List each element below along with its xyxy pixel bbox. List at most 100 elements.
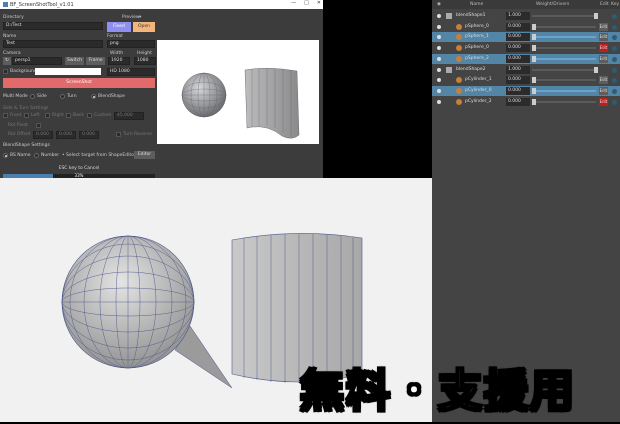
frame-button[interactable]: Frame <box>86 57 105 65</box>
target-row[interactable]: pCylinder_1 0.000 Edit <box>432 75 620 86</box>
weight-slider[interactable] <box>532 89 596 92</box>
width-input[interactable]: 1920 <box>108 57 130 65</box>
weight-input[interactable]: 1.000 <box>506 65 530 74</box>
visibility-icon[interactable] <box>437 88 441 93</box>
editor-button[interactable]: Editor <box>134 151 155 159</box>
bs-name-radio[interactable] <box>3 153 8 158</box>
slider-handle[interactable] <box>532 23 536 30</box>
blendshape-group-row[interactable]: blendShape1 1.000 <box>432 11 620 21</box>
left-checkbox[interactable] <box>24 113 29 118</box>
weight-slider[interactable] <box>532 57 596 60</box>
open-button[interactable]: Open <box>133 22 155 32</box>
weight-input[interactable]: 1.000 <box>506 12 530 20</box>
preview-button[interactable]: Fixed <box>107 22 131 32</box>
rot-pivot-checkbox[interactable] <box>36 123 41 128</box>
background-color-swatch[interactable] <box>35 68 101 75</box>
key-icon[interactable] <box>612 99 617 105</box>
target-row[interactable]: pCylinder_0 0.000 Edit <box>432 85 620 96</box>
close-icon[interactable]: ✕ <box>317 0 321 6</box>
weight-slider[interactable] <box>532 47 596 50</box>
target-row[interactable]: pSphere_1 0.000 Edit <box>432 32 620 43</box>
maximize-icon[interactable]: □ <box>304 0 309 6</box>
preview-dropdown-icon[interactable]: ▾ <box>139 15 141 20</box>
directory-input[interactable]: D:/Test <box>3 22 103 30</box>
mode-side-radio[interactable] <box>30 94 35 99</box>
visibility-icon[interactable] <box>437 46 441 51</box>
switch-button[interactable]: Switch <box>65 57 84 65</box>
rot-offset-y[interactable]: 0.000 <box>56 131 76 139</box>
edit-button[interactable]: Edit <box>599 44 608 53</box>
edit-button[interactable]: Edit <box>599 54 608 63</box>
resolution-select[interactable]: HD 1080 <box>107 68 155 76</box>
weight-slider[interactable] <box>532 100 596 103</box>
visibility-icon[interactable] <box>437 99 441 104</box>
name-input[interactable]: Test <box>3 40 103 48</box>
weight-input[interactable]: 0.000 <box>506 97 530 106</box>
target-shape-icon <box>456 45 462 52</box>
target-row[interactable]: pSphere_0 0.000 Edit <box>432 21 620 32</box>
key-icon[interactable] <box>612 24 617 30</box>
rot-offset-x[interactable]: 0.000 <box>33 131 53 139</box>
edit-button[interactable]: Edit <box>599 86 608 95</box>
weight-slider[interactable] <box>532 79 596 82</box>
visibility-icon[interactable] <box>437 24 441 29</box>
weight-input[interactable]: 0.000 <box>506 86 530 95</box>
edit-button[interactable]: Edit <box>599 97 608 106</box>
edit-button[interactable]: Edit <box>599 76 608 85</box>
edit-button[interactable]: Edit <box>599 22 608 31</box>
slider-handle[interactable] <box>532 34 536 41</box>
screenshot-button[interactable]: ScreenShot <box>3 78 155 88</box>
visibility-icon[interactable] <box>437 78 441 83</box>
blendshape-group-row[interactable]: blendShape2 1.000 <box>432 64 620 75</box>
weight-input[interactable]: 0.000 <box>506 54 530 63</box>
back-label: Back <box>73 113 84 118</box>
visibility-icon[interactable] <box>437 67 441 72</box>
visibility-icon[interactable] <box>437 35 441 40</box>
key-icon[interactable] <box>612 56 617 62</box>
custom-angle-input[interactable]: 45.000 <box>114 112 144 120</box>
weight-input[interactable]: 0.000 <box>506 76 530 85</box>
edit-button[interactable]: Edit <box>599 33 608 42</box>
slider-handle[interactable] <box>532 55 536 62</box>
key-icon[interactable] <box>612 35 617 41</box>
custom-checkbox[interactable] <box>87 113 92 118</box>
target-row[interactable]: pSphere_0 0.000 Edit <box>432 43 620 54</box>
weight-slider[interactable] <box>532 25 596 28</box>
number-radio[interactable] <box>34 153 39 158</box>
visibility-icon[interactable] <box>437 56 441 61</box>
key-icon[interactable] <box>612 88 617 94</box>
target-row[interactable]: pSphere_2 0.000 Edit <box>432 53 620 64</box>
rot-offset-z[interactable]: 0.000 <box>79 131 99 139</box>
weight-input[interactable]: 0.000 <box>506 33 530 42</box>
weight-input[interactable]: 0.000 <box>506 44 530 53</box>
weight-slider[interactable] <box>532 15 596 17</box>
minimize-icon[interactable]: — <box>291 0 296 6</box>
back-checkbox[interactable] <box>66 113 71 118</box>
camera-refresh-button[interactable]: ↻ <box>3 57 11 65</box>
key-icon[interactable] <box>612 14 617 19</box>
format-select[interactable]: png <box>107 40 155 48</box>
front-checkbox[interactable] <box>3 113 8 118</box>
slider-handle[interactable] <box>594 66 598 73</box>
target-row[interactable]: pCylinder_2 0.000 Edit <box>432 96 620 107</box>
visibility-icon[interactable] <box>437 14 441 18</box>
mode-turn-radio[interactable] <box>60 94 65 99</box>
slider-handle[interactable] <box>532 45 536 52</box>
weight-slider[interactable] <box>532 36 596 39</box>
weight-input[interactable]: 0.000 <box>506 22 530 31</box>
slider-handle[interactable] <box>532 87 536 94</box>
key-icon[interactable] <box>612 67 617 73</box>
slider-handle[interactable] <box>594 13 598 19</box>
window-titlebar[interactable]: BF_ScreenShotTool_v1.01 — □ ✕ <box>0 0 323 9</box>
turn-reverse-checkbox[interactable] <box>116 132 121 137</box>
slider-handle[interactable] <box>532 98 536 105</box>
slider-handle[interactable] <box>532 77 536 84</box>
key-icon[interactable] <box>612 78 617 84</box>
right-checkbox[interactable] <box>45 113 50 118</box>
camera-select[interactable]: persp1 <box>12 57 62 65</box>
background-checkbox[interactable] <box>3 69 8 74</box>
mode-blendshape-radio[interactable] <box>91 94 96 99</box>
height-input[interactable]: 1080 <box>134 57 156 65</box>
key-icon[interactable] <box>612 46 617 52</box>
weight-slider[interactable] <box>532 68 596 71</box>
